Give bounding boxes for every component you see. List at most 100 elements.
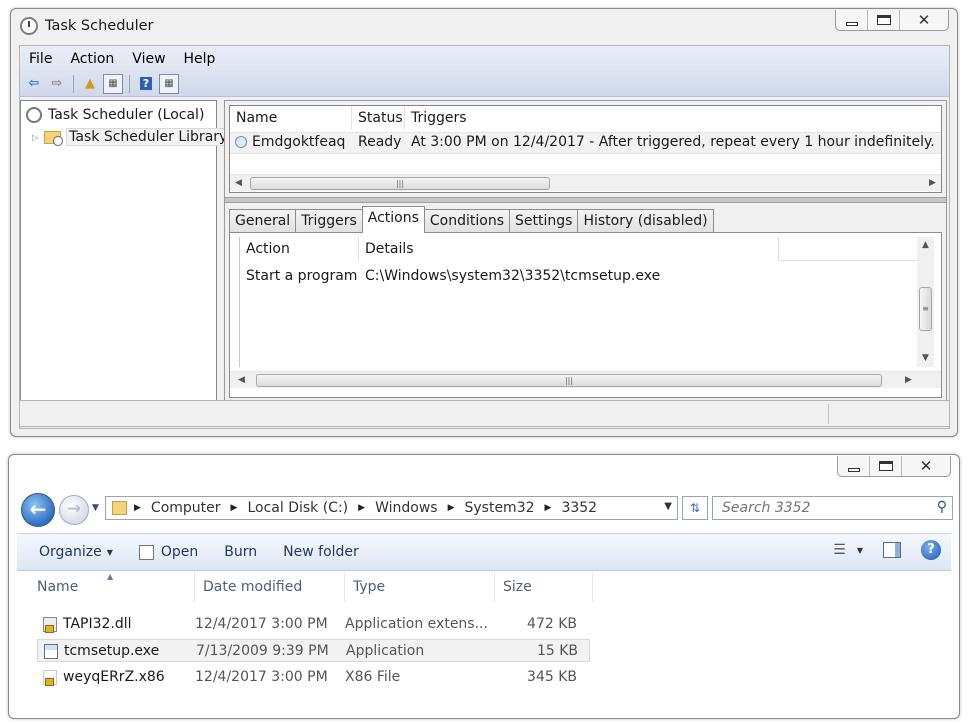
burn-button[interactable]: Burn [211, 544, 270, 560]
menu-action[interactable]: Action [61, 51, 123, 67]
breadcrumb-system32[interactable]: System32 [457, 500, 541, 516]
tree-item-library[interactable]: ▷ Task Scheduler Library [32, 127, 231, 147]
column-header-date-modified[interactable]: Date modified [195, 572, 345, 602]
back-button[interactable]: ← [21, 493, 55, 527]
new-folder-button[interactable]: New folder [270, 544, 372, 560]
breadcrumb-separator-icon[interactable]: ▶ [355, 503, 368, 513]
scroll-up-icon[interactable]: ▲ [917, 237, 934, 254]
toolbar-separator [129, 74, 130, 93]
minimize-button[interactable] [836, 10, 868, 30]
table-row[interactable]: Emdgoktfeaq Ready At 3:00 PM on 12/4/201… [230, 132, 941, 154]
forward-button[interactable]: ⇨ [47, 74, 67, 94]
action-details[interactable]: C:\Windows\system32\3352\tcmsetup.exe [365, 268, 660, 284]
action-type[interactable]: Start a program [246, 268, 357, 284]
close-button[interactable]: ✕ [902, 456, 950, 476]
tree-item-label: Task Scheduler Library [66, 128, 231, 146]
search-input[interactable] [713, 497, 923, 519]
scroll-right-icon[interactable]: ▶ [900, 372, 917, 389]
show-action-pane-button[interactable]: ▦ [159, 73, 179, 94]
tab-conditions[interactable]: Conditions [423, 209, 511, 233]
tab-history[interactable]: History (disabled) [577, 209, 714, 233]
search-icon[interactable]: ⚲ [937, 499, 947, 515]
organize-button[interactable]: Organize ▼ [17, 544, 126, 560]
help-button[interactable]: ? [136, 74, 156, 94]
locked-file-icon [43, 670, 57, 686]
file-list: Name ▲ Date modified Type Size TAPI32.dl… [17, 572, 951, 705]
close-button[interactable]: ✕ [900, 10, 948, 30]
minimize-button[interactable] [838, 456, 870, 476]
tab-strip: General Triggers Actions Conditions Sett… [229, 206, 714, 233]
breadcrumb-computer[interactable]: Computer [144, 500, 228, 516]
refresh-button[interactable]: ⇅ [682, 496, 708, 520]
breadcrumb-3352[interactable]: 3352 [554, 500, 604, 516]
tab-settings[interactable]: Settings [509, 209, 579, 233]
details-pane: Name Status Triggers Emdgoktfeaq Ready A… [224, 100, 947, 401]
open-icon [138, 544, 154, 560]
breadcrumb-local-disk[interactable]: Local Disk (C:) [240, 500, 355, 516]
file-row-weyqerrz[interactable]: weyqERrZ.x86 12/4/2017 3:00 PM X86 File … [37, 666, 590, 689]
scroll-thumb[interactable]: ||| [250, 177, 550, 190]
expand-arrow-icon[interactable]: ▷ [32, 133, 38, 142]
address-bar[interactable]: ▶ Computer ▶ Local Disk (C:) ▶ Windows ▶… [105, 496, 678, 520]
address-dropdown-icon[interactable]: ▼ [664, 501, 672, 512]
forward-button[interactable]: → [59, 495, 89, 525]
show-hide-console-tree-button[interactable]: ▦ [103, 73, 123, 94]
column-header-name[interactable]: Name [230, 106, 352, 130]
breadcrumb-separator-icon[interactable]: ▶ [542, 503, 555, 513]
breadcrumb-separator-icon[interactable]: ▶ [228, 503, 241, 513]
arrow-left-icon: ⇦ [28, 76, 40, 91]
file-row-tapi32[interactable]: TAPI32.dll 12/4/2017 3:00 PM Application… [37, 613, 590, 636]
maximize-button[interactable] [870, 456, 902, 476]
tree-item-label: Task Scheduler (Local) [48, 107, 205, 123]
open-button[interactable]: Open [126, 544, 211, 560]
maximize-button[interactable] [868, 10, 900, 30]
horizontal-scrollbar[interactable]: ◀ ||| ▶ [230, 371, 941, 388]
tree-item-root[interactable]: Task Scheduler (Local) [26, 105, 204, 125]
open-label: Open [160, 544, 199, 560]
actions-list-header: Action Details [240, 237, 917, 261]
menu-help[interactable]: Help [175, 51, 225, 67]
column-header-triggers[interactable]: Triggers [405, 106, 941, 130]
scroll-thumb[interactable]: ||| [256, 374, 882, 387]
column-header-details[interactable]: Details [359, 237, 779, 261]
breadcrumb-separator-icon[interactable]: ▶ [445, 503, 458, 513]
tab-actions[interactable]: Actions [361, 206, 425, 233]
maximize-icon [876, 15, 891, 25]
tab-triggers[interactable]: Triggers [295, 209, 363, 233]
menu-view[interactable]: View [123, 51, 174, 67]
scroll-right-icon[interactable]: ▶ [924, 175, 941, 192]
scroll-thumb[interactable]: ≡ [919, 287, 932, 331]
title-bar: Task Scheduler ✕ [11, 9, 957, 45]
scroll-left-icon[interactable]: ◀ [230, 175, 247, 192]
close-icon: ✕ [919, 457, 933, 475]
breadcrumb-separator-icon[interactable]: ▶ [131, 503, 144, 513]
actions-tab-content: Action Details Start a program C:\Window… [229, 232, 942, 398]
column-header-name[interactable]: Name ▲ [17, 572, 195, 602]
column-header-status[interactable]: Status [352, 106, 405, 130]
file-row-tcmsetup[interactable]: tcmsetup.exe 7/13/2009 9:39 PM Applicati… [37, 639, 590, 662]
organize-label: Organize [39, 544, 102, 560]
up-folder-button[interactable]: ▲ [80, 74, 100, 94]
vertical-scrollbar[interactable]: ▲ ≡ ▼ [917, 237, 934, 367]
file-name: tcmsetup.exe [64, 643, 160, 659]
folder-icon [112, 501, 127, 515]
recent-pages-dropdown[interactable]: ▼ [92, 503, 99, 513]
breadcrumb-windows[interactable]: Windows [368, 500, 445, 516]
horizontal-scrollbar[interactable]: ◀ ||| ▶ [230, 174, 941, 191]
column-header-type[interactable]: Type [345, 572, 495, 602]
scroll-down-icon[interactable]: ▼ [917, 350, 934, 367]
preview-pane-icon[interactable] [883, 542, 901, 558]
file-date: 12/4/2017 3:00 PM [195, 616, 328, 632]
column-header-action[interactable]: Action [240, 237, 359, 261]
search-box[interactable]: ⚲ [712, 496, 953, 520]
pane-splitter[interactable] [225, 197, 946, 203]
tab-general[interactable]: General [229, 209, 297, 233]
column-header-size[interactable]: Size [495, 572, 593, 602]
help-icon[interactable]: ? [921, 540, 941, 560]
file-date: 7/13/2009 9:39 PM [196, 643, 329, 659]
scroll-left-icon[interactable]: ◀ [233, 372, 250, 389]
change-view-button[interactable]: ☰ ▼ [833, 542, 863, 558]
back-button[interactable]: ⇦ [24, 74, 44, 94]
menu-file[interactable]: File [20, 51, 61, 67]
task-scheduler-window: Task Scheduler ✕ File Action View Help ⇦… [10, 8, 958, 437]
